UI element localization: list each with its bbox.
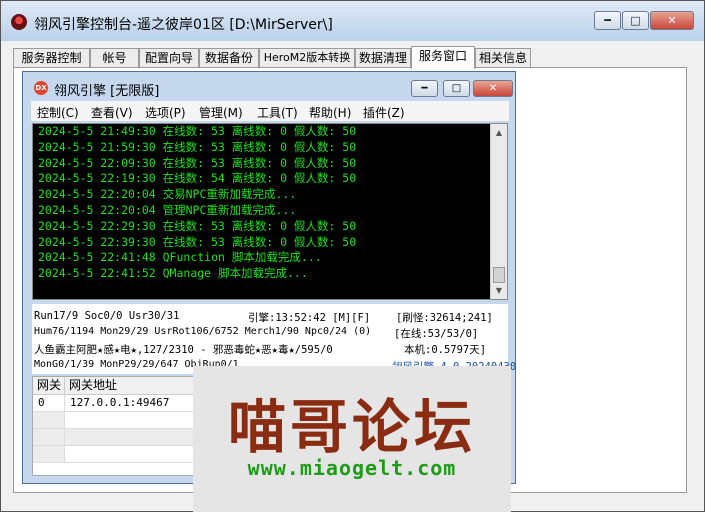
watermark-title: 喵哥论坛 bbox=[227, 393, 476, 461]
table-row[interactable] bbox=[33, 412, 65, 429]
log-line: 2024-5-5 22:29:30 在线数: 53 离线数: 0 假人数: 50 bbox=[38, 218, 357, 233]
engine-minimize-button[interactable]: ━ bbox=[411, 80, 438, 97]
status-refresh: [刷怪:32614;241] bbox=[396, 312, 493, 324]
status-online: [在线:53/53/0] bbox=[394, 328, 479, 340]
console-scrollbar[interactable]: ▲ ▼ bbox=[490, 124, 507, 299]
status-panel: Run17/9 Soc0/0 Usr30/31 引擎:13:52:42 [M][… bbox=[32, 304, 516, 374]
menu-manage[interactable]: 管理(M) bbox=[199, 104, 243, 121]
log-line: 2024-5-5 22:20:04 交易NPC重新加载完成... bbox=[38, 187, 297, 202]
minimize-button[interactable]: ━ bbox=[594, 11, 621, 30]
engine-maximize-button[interactable]: □ bbox=[443, 80, 470, 97]
tab-config-wizard[interactable]: 配置向导 bbox=[139, 48, 199, 68]
table-row[interactable] bbox=[33, 446, 65, 463]
status-hum: Hum76/1194 Mon29/29 UsrRot106/6752 Merch… bbox=[34, 326, 372, 337]
engine-logo-icon: DX bbox=[34, 81, 48, 95]
status-run: Run17/9 Soc0/0 Usr30/31 bbox=[34, 310, 180, 322]
menu-control[interactable]: 控制(C) bbox=[37, 104, 79, 121]
log-line: 2024-5-5 22:20:04 管理NPC重新加载完成... bbox=[38, 202, 297, 217]
menu-tools[interactable]: 工具(T) bbox=[257, 104, 298, 121]
menu-bar: 控制(C) 查看(V) 选项(P) 管理(M) 工具(T) 帮助(H) 插件(Z… bbox=[31, 101, 509, 121]
log-line: 2024-5-5 22:41:52 QManage 脚本加载完成... bbox=[38, 266, 308, 281]
title-bar[interactable]: 翎风引擎控制台-遥之彼岸01区 [D:\MirServer\] ━ □ ✕ bbox=[1, 1, 704, 41]
scroll-up-icon[interactable]: ▲ bbox=[491, 124, 507, 141]
menu-plugins[interactable]: 插件(Z) bbox=[363, 104, 405, 121]
log-line: 2024-5-5 21:49:30 在线数: 53 离线数: 0 假人数: 50 bbox=[38, 124, 357, 138]
menu-view[interactable]: 查看(V) bbox=[91, 104, 133, 121]
menu-options[interactable]: 选项(P) bbox=[145, 104, 186, 121]
log-line: 2024-5-5 21:59:30 在线数: 53 离线数: 0 假人数: 50 bbox=[38, 139, 357, 154]
table-row[interactable] bbox=[33, 429, 65, 446]
log-line: 2024-5-5 22:09:30 在线数: 53 离线数: 0 假人数: 50 bbox=[38, 155, 357, 170]
log-line: 2024-5-5 22:19:30 在线数: 54 离线数: 0 假人数: 50 bbox=[38, 171, 357, 186]
engine-close-button[interactable]: ✕ bbox=[473, 80, 513, 97]
log-line: 2024-5-5 22:41:48 QFunction 脚本加载完成... bbox=[38, 250, 322, 265]
window-title: 翎风引擎控制台-遥之彼岸01区 [D:\MirServer\] bbox=[34, 17, 333, 33]
status-engine-time: 引擎:13:52:42 [M][F] bbox=[248, 312, 371, 324]
close-button[interactable]: ✕ bbox=[650, 11, 694, 30]
log-line: 2024-5-5 22:39:30 在线数: 53 离线数: 0 假人数: 50 bbox=[38, 234, 357, 249]
tab-data-backup[interactable]: 数据备份 bbox=[199, 48, 259, 68]
app-logo-icon bbox=[11, 14, 27, 30]
engine-window-title: 翎风引擎 [无限版] bbox=[54, 84, 160, 99]
scroll-thumb[interactable] bbox=[493, 267, 505, 283]
menu-help[interactable]: 帮助(H) bbox=[309, 104, 351, 121]
maximize-button[interactable]: □ bbox=[622, 11, 649, 30]
tab-service-window[interactable]: 服务窗口 bbox=[411, 46, 475, 69]
scroll-down-icon[interactable]: ▼ bbox=[491, 282, 507, 299]
status-machine: 本机:0.5797天] bbox=[404, 344, 487, 356]
tab-account[interactable]: 帐号 bbox=[90, 48, 139, 68]
column-header-gateway[interactable]: 网关 bbox=[33, 377, 65, 395]
status-players: 人鱼霸主阿肥★感★电★,127/2310 - 邪恶毒蛇★恶★毒★/595/0 bbox=[34, 344, 333, 356]
tab-data-cleanup[interactable]: 数据清理 bbox=[355, 48, 411, 68]
watermark-url: www.miaogelt.com bbox=[247, 456, 457, 480]
tab-herom2-convert[interactable]: HeroM2版本转换 bbox=[259, 48, 355, 68]
watermark: 喵哥论坛 www.miaogelt.com bbox=[193, 366, 511, 512]
tab-related-info[interactable]: 相关信息 bbox=[475, 48, 531, 68]
log-console[interactable]: 2024-5-5 21:49:30 在线数: 53 离线数: 0 假人数: 50… bbox=[32, 123, 508, 300]
tab-server-control[interactable]: 服务器控制 bbox=[13, 48, 90, 68]
gateway-id-cell[interactable]: 0 bbox=[33, 395, 65, 412]
log-lines: 2024-5-5 21:49:30 在线数: 53 离线数: 0 假人数: 50… bbox=[38, 124, 488, 282]
